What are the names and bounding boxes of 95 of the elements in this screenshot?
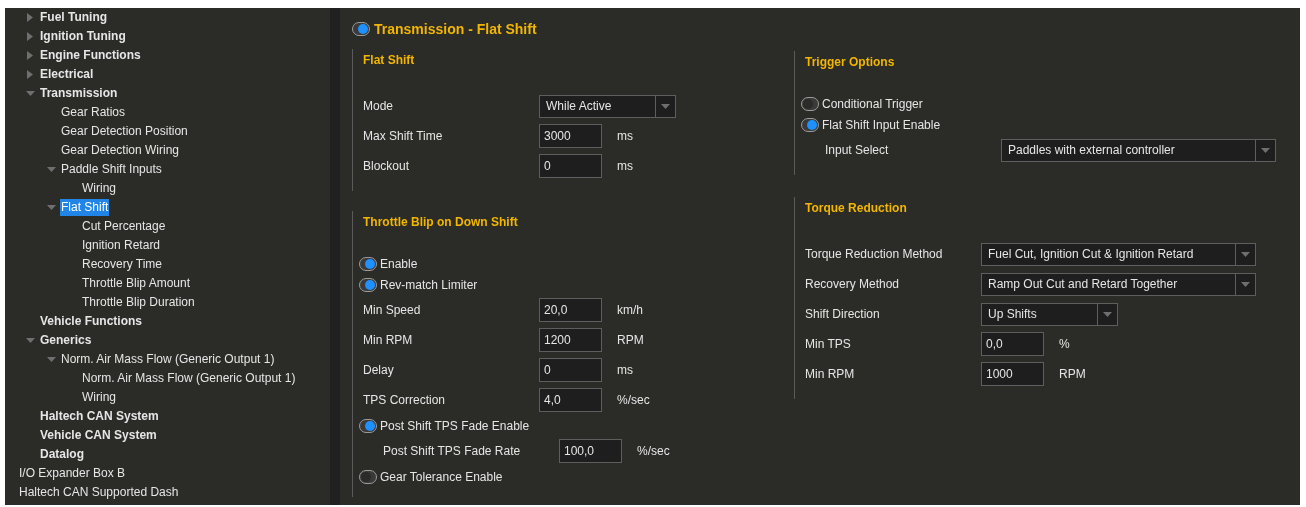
expand-arrow-icon[interactable]	[26, 70, 35, 79]
tree-item[interactable]: Gear Detection Wiring	[60, 142, 181, 159]
toggle-label: Gear Tolerance Enable	[380, 468, 503, 486]
number-field[interactable]: 1200	[539, 328, 602, 352]
toggle-label: Conditional Trigger	[822, 95, 923, 113]
section-title: Trigger Options	[805, 54, 896, 71]
number-field[interactable]: 20,0	[539, 298, 602, 322]
field-label: Mode	[363, 98, 395, 115]
field-label: Min RPM	[363, 332, 414, 349]
number-field[interactable]: 100,0	[559, 439, 622, 463]
dropdown-arrow-icon[interactable]	[1241, 279, 1250, 289]
unit-label: %	[1059, 336, 1070, 353]
section-title: Throttle Blip on Down Shift	[363, 214, 519, 231]
dropdown-arrow-icon[interactable]	[1241, 249, 1250, 259]
expand-arrow-icon[interactable]	[26, 32, 35, 41]
unit-label: %/sec	[637, 443, 670, 460]
field-label: Max Shift Time	[363, 128, 444, 145]
tree-item[interactable]: Flat Shift	[60, 199, 110, 216]
tree-item[interactable]: Haltech CAN Supported Dash	[18, 484, 180, 501]
tree-item[interactable]: Wiring	[81, 180, 117, 197]
field-label: Min RPM	[805, 366, 856, 383]
number-field[interactable]: 4,0	[539, 388, 602, 412]
dropdown-arrow-icon[interactable]	[1261, 145, 1270, 155]
tree-item[interactable]: Engine Functions	[39, 47, 142, 64]
toggle-switch[interactable]	[359, 277, 377, 292]
tree-item[interactable]: Wiring	[81, 389, 117, 406]
toggle-switch[interactable]	[801, 117, 819, 132]
dropdown-arrow-icon[interactable]	[661, 101, 670, 111]
toggle-switch[interactable]	[359, 256, 377, 271]
dropdown[interactable]: Fuel Cut, Ignition Cut & Ignition Retard	[981, 242, 1256, 266]
unit-label: ms	[617, 158, 633, 175]
collapse-arrow-icon[interactable]	[26, 336, 35, 345]
tree-item[interactable]: Electrical	[39, 66, 95, 83]
tree-item[interactable]: Gear Detection Position	[60, 123, 189, 140]
panel-title: Transmission - Flat Shift	[374, 19, 537, 39]
tree-item[interactable]: Vehicle Functions	[39, 313, 144, 330]
field-label: Min Speed	[363, 302, 422, 319]
toggle-switch[interactable]	[801, 96, 819, 111]
unit-label: RPM	[1059, 366, 1086, 383]
toggle-label: Post Shift TPS Fade Enable	[380, 417, 530, 435]
tree-item[interactable]: Transmission	[39, 85, 119, 102]
field-label: TPS Correction	[363, 392, 447, 409]
section-title: Torque Reduction	[805, 200, 908, 217]
field-label: Shift Direction	[805, 306, 881, 323]
tree-item[interactable]: Generics	[39, 332, 93, 349]
collapse-arrow-icon[interactable]	[47, 165, 56, 174]
dropdown[interactable]: Ramp Out Cut and Retard Together	[981, 272, 1256, 296]
number-field[interactable]: 0	[539, 358, 602, 382]
number-field[interactable]: 3000	[539, 124, 602, 148]
collapse-arrow-icon[interactable]	[47, 203, 56, 212]
field-label: Post Shift TPS Fade Rate	[383, 443, 522, 460]
unit-label: ms	[617, 362, 633, 379]
collapse-arrow-icon[interactable]	[47, 355, 56, 364]
unit-label: RPM	[617, 332, 644, 349]
tree-item[interactable]: I/O Expander Box B	[18, 465, 127, 482]
tree-item[interactable]: Vehicle CAN System	[39, 427, 158, 444]
toggle-label: Rev-match Limiter	[380, 276, 478, 294]
dropdown[interactable]: Paddles with external controller	[1001, 138, 1276, 162]
dropdown[interactable]: Up Shifts	[981, 302, 1118, 326]
number-field[interactable]: 0	[539, 154, 602, 178]
toggle-label: Flat Shift Input Enable	[822, 116, 941, 134]
unit-label: ms	[617, 128, 633, 145]
tree-item[interactable]: Haltech CAN System	[39, 408, 160, 425]
field-label: Delay	[363, 362, 395, 379]
number-field[interactable]: 0,0	[981, 332, 1044, 356]
tree-item[interactable]: Ignition Retard	[81, 237, 162, 254]
toggle-switch[interactable]	[352, 22, 370, 36]
number-field[interactable]: 1000	[981, 362, 1044, 386]
toggle-switch[interactable]	[359, 469, 377, 484]
tree-item[interactable]: Cut Percentage	[81, 218, 167, 235]
field-label: Input Select	[825, 142, 890, 159]
section-title: Flat Shift	[363, 52, 416, 69]
tree-item[interactable]: Recovery Time	[81, 256, 164, 273]
field-label: Torque Reduction Method	[805, 246, 944, 263]
dropdown-arrow-icon[interactable]	[1103, 309, 1112, 319]
field-label: Recovery Method	[805, 276, 901, 293]
tree-item[interactable]: Throttle Blip Duration	[81, 294, 196, 311]
dropdown[interactable]: While Active	[539, 94, 676, 118]
tree-item[interactable]: Fuel Tuning	[39, 9, 109, 26]
toggle-switch[interactable]	[359, 418, 377, 433]
field-label: Blockout	[363, 158, 411, 175]
tree-item[interactable]: Datalog	[39, 446, 85, 463]
field-label: Min TPS	[805, 336, 852, 353]
tree-item[interactable]: Gear Ratios	[60, 104, 127, 121]
collapse-arrow-icon[interactable]	[26, 89, 35, 98]
unit-label: %/sec	[617, 392, 650, 409]
tree-item[interactable]: Paddle Shift Inputs	[60, 161, 163, 178]
toggle-label: Enable	[380, 255, 418, 273]
expand-arrow-icon[interactable]	[26, 51, 35, 60]
tree-item[interactable]: Norm. Air Mass Flow (Generic Output 1)	[60, 351, 276, 368]
expand-arrow-icon[interactable]	[26, 13, 35, 22]
unit-label: km/h	[617, 302, 643, 319]
tree-item[interactable]: Ignition Tuning	[39, 28, 127, 45]
tree-item[interactable]: Norm. Air Mass Flow (Generic Output 1)	[81, 370, 297, 387]
tree-item[interactable]: Throttle Blip Amount	[81, 275, 192, 292]
